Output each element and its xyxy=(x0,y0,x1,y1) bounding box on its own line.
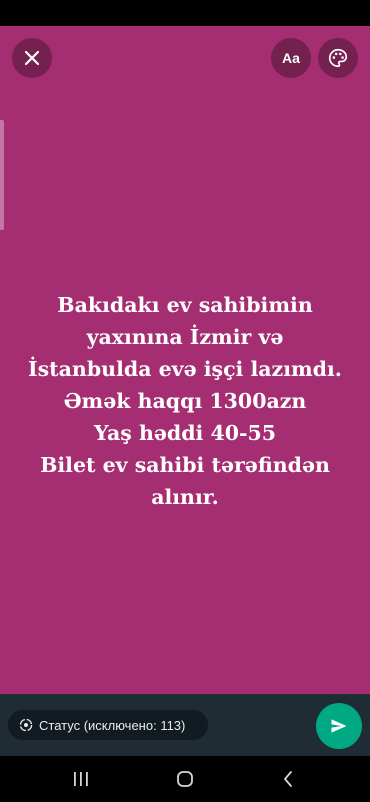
edge-panel-handle[interactable] xyxy=(0,120,4,230)
font-style-button[interactable]: Aa xyxy=(271,38,311,78)
home-icon xyxy=(177,771,193,787)
recents-icon xyxy=(74,772,88,786)
back-button[interactable] xyxy=(268,764,308,794)
send-button[interactable] xyxy=(316,703,362,749)
status-canvas[interactable]: Aa Bakıdakı ev sahibimin yaxınına İzmir … xyxy=(0,26,370,694)
system-status-bar xyxy=(0,0,370,26)
close-icon xyxy=(24,50,40,66)
status-audience-selector[interactable]: Статус (исключено: 113) xyxy=(8,710,208,740)
palette-icon xyxy=(329,48,348,68)
font-style-label: Aa xyxy=(282,50,300,66)
home-button[interactable] xyxy=(165,764,205,794)
recents-button[interactable] xyxy=(61,764,101,794)
status-privacy-icon xyxy=(19,718,33,732)
back-icon xyxy=(284,771,292,787)
composer-bottom-bar: Статус (исключено: 113) xyxy=(0,694,370,756)
status-text[interactable]: Bakıdakı ev sahibimin yaxınına İzmir və … xyxy=(20,289,350,513)
close-button[interactable] xyxy=(12,38,52,78)
color-palette-button[interactable] xyxy=(318,38,358,78)
status-composer-screen: Aa Bakıdakı ev sahibimin yaxınına İzmir … xyxy=(0,0,370,802)
system-navigation-bar xyxy=(0,756,370,802)
send-icon xyxy=(331,719,347,733)
status-audience-label: Статус (исключено: 113) xyxy=(39,717,186,733)
